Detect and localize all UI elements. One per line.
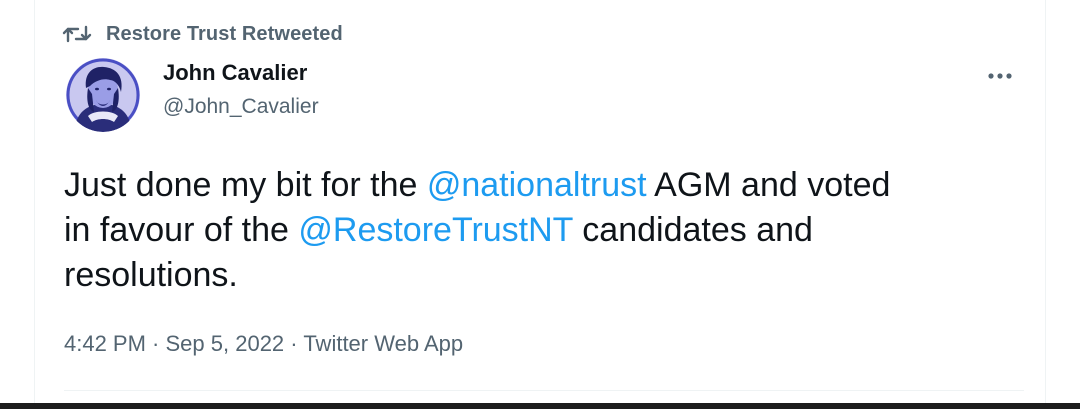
tweet-metadata: 4:42 PM · Sep 5, 2022 · Twitter Web App (64, 331, 463, 357)
tweet-line: Just done my bit for the @nationaltrust … (64, 163, 1024, 208)
bottom-edge (0, 403, 1080, 409)
tweet-date[interactable]: Sep 5, 2022 (166, 331, 285, 356)
tweet-text-segment: candidates and (572, 211, 813, 249)
retweet-context[interactable]: Restore Trust Retweeted (62, 21, 343, 47)
author-handle[interactable]: @John_Cavalier (163, 95, 319, 119)
tweet-text-segment: AGM and voted (646, 166, 891, 204)
meta-separator: · (284, 331, 304, 356)
more-options-button[interactable] (980, 62, 1020, 90)
more-dots-icon (988, 73, 1012, 79)
retweet-label[interactable]: Restore Trust Retweeted (106, 23, 343, 46)
divider (64, 390, 1024, 391)
author-name[interactable]: John Cavalier (163, 60, 307, 86)
mention-link-restoretrustnt[interactable]: @RestoreTrustNT (298, 211, 572, 249)
portrait-avatar-icon (66, 58, 140, 132)
retweet-icon (62, 22, 92, 46)
tweet-line: resolutions. (64, 253, 1024, 298)
tweet-text-segment: Just done my bit for the (64, 166, 427, 204)
tweet-text-segment: in favour of the (64, 211, 299, 249)
tweet-text: Just done my bit for the @nationaltrust … (64, 163, 1024, 298)
right-border (1045, 0, 1046, 403)
avatar[interactable] (66, 58, 140, 132)
meta-separator: · (145, 331, 166, 356)
tweet-line: in favour of the @RestoreTrustNT candida… (64, 208, 1024, 253)
tweet-source[interactable]: Twitter Web App (303, 331, 463, 356)
tweet-card: Restore Trust Retweeted John Cavalier @J… (0, 0, 1080, 409)
mention-link-nationaltrust[interactable]: @nationaltrust (427, 166, 647, 204)
tweet-text-segment: resolutions. (64, 256, 238, 294)
tweet-time[interactable]: 4:42 PM (64, 331, 146, 356)
left-border (34, 0, 35, 403)
